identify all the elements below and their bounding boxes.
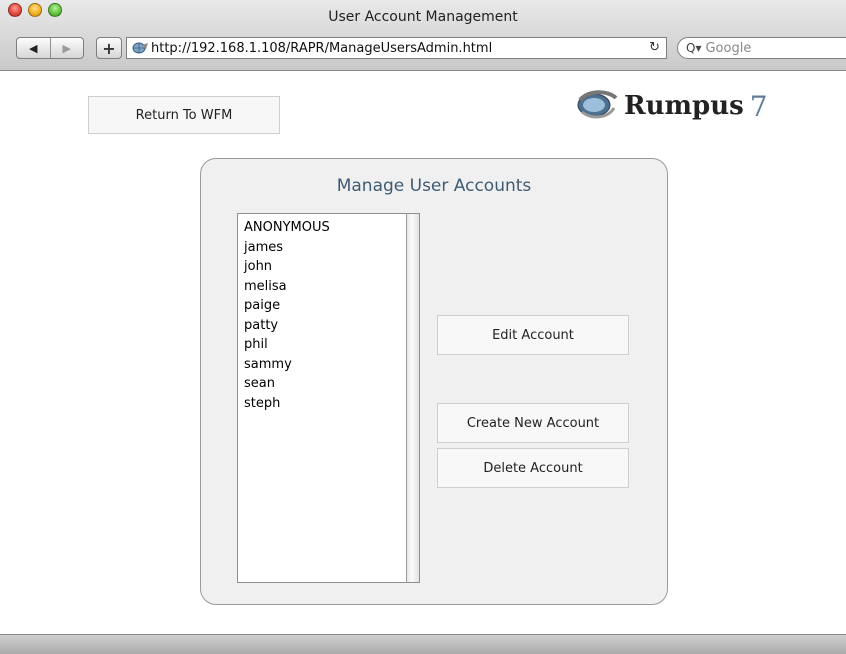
nav-buttons: ◀ ▶ bbox=[16, 37, 84, 59]
window-title: User Account Management bbox=[328, 9, 518, 25]
user-list-scrollbar[interactable] bbox=[406, 214, 419, 582]
edit-account-button[interactable]: Edit Account bbox=[437, 315, 629, 355]
delete-account-button[interactable]: Delete Account bbox=[437, 448, 629, 488]
address-bar[interactable]: http://192.168.1.108/RAPR/ManageUsersAdm… bbox=[126, 37, 667, 59]
search-placeholder: Google bbox=[705, 40, 752, 56]
add-bookmark-icon[interactable]: + bbox=[96, 37, 122, 59]
browser-window: User Account Management ◀ ▶ + http://192… bbox=[0, 0, 846, 654]
logo-name: Rumpus bbox=[624, 91, 744, 121]
back-icon[interactable]: ◀ bbox=[17, 38, 50, 58]
user-list-item[interactable]: patty bbox=[244, 316, 419, 336]
rumpus-logo: Rumpus 7 bbox=[574, 88, 768, 124]
return-to-wfm-button[interactable]: Return To WFM bbox=[88, 96, 280, 134]
user-list-item[interactable]: ANONYMOUS bbox=[244, 218, 419, 238]
search-icon: Q▾ bbox=[686, 41, 702, 55]
user-list-item[interactable]: sammy bbox=[244, 355, 419, 375]
globe-icon bbox=[131, 41, 149, 55]
user-list-item[interactable]: sean bbox=[244, 374, 419, 394]
user-list-item[interactable]: melisa bbox=[244, 277, 419, 297]
create-account-button[interactable]: Create New Account bbox=[437, 403, 629, 443]
user-list-item[interactable]: paige bbox=[244, 296, 419, 316]
reload-icon[interactable]: ↻ bbox=[649, 40, 660, 55]
panel-title: Manage User Accounts bbox=[336, 176, 532, 196]
forward-icon[interactable]: ▶ bbox=[49, 38, 84, 58]
status-bar bbox=[0, 634, 846, 654]
rumpus-logo-icon bbox=[574, 88, 618, 124]
user-list-item[interactable]: steph bbox=[244, 394, 419, 414]
user-list-item[interactable]: john bbox=[244, 257, 419, 277]
browser-chrome: User Account Management ◀ ▶ + http://192… bbox=[0, 0, 846, 71]
user-list-item[interactable]: james bbox=[244, 238, 419, 258]
search-input[interactable]: Q▾ Google bbox=[677, 37, 846, 59]
url-text: http://192.168.1.108/RAPR/ManageUsersAdm… bbox=[151, 40, 493, 56]
logo-version: 7 bbox=[749, 89, 768, 123]
user-list-item[interactable]: phil bbox=[244, 335, 419, 355]
manage-accounts-panel: Manage User Accounts ANONYMOUS james joh… bbox=[200, 158, 668, 605]
user-list[interactable]: ANONYMOUS james john melisa paige patty … bbox=[237, 213, 420, 583]
